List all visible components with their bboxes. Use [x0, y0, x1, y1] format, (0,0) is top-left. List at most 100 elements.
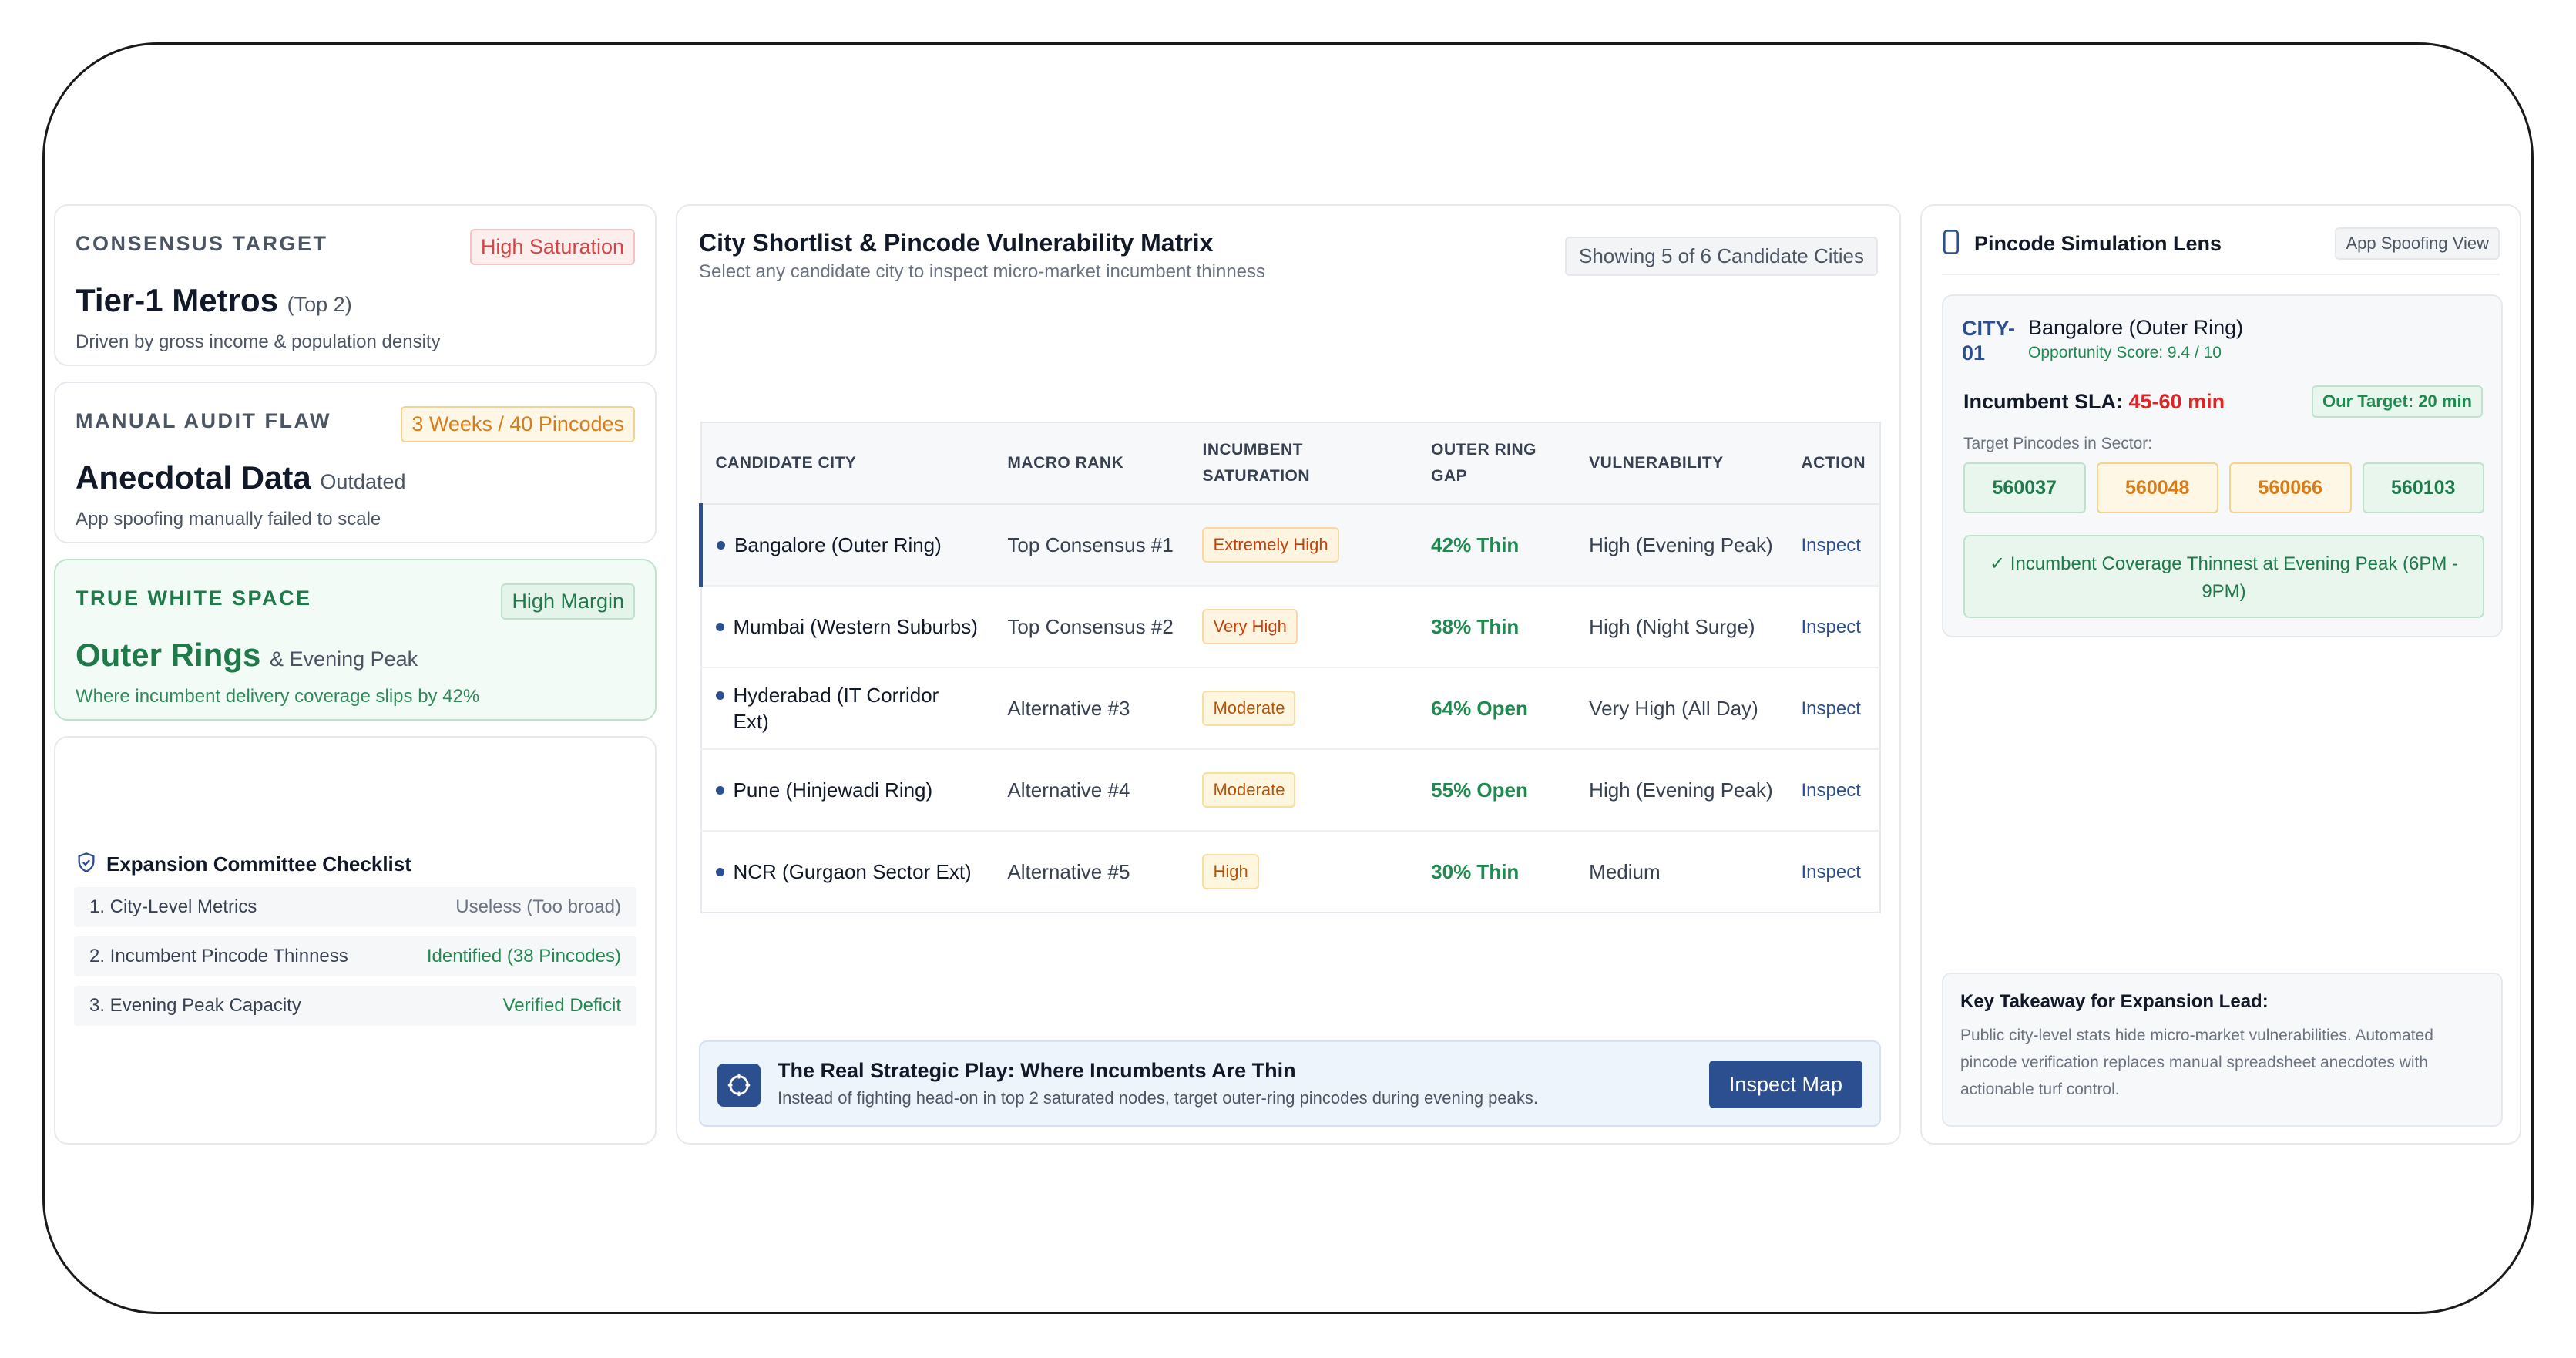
pincode-chip[interactable]: 560037	[1963, 462, 2086, 513]
key-takeaway-box: Key Takeaway for Expansion Lead: Public …	[1942, 973, 2503, 1127]
table-row[interactable]: NCR (Gurgaon Sector Ext) Alternative #5 …	[701, 831, 1881, 913]
pincode-chip[interactable]: 560048	[2096, 462, 2218, 513]
incumbent-sla: Incumbent SLA: 45-60 min	[1963, 390, 2225, 413]
pincode-label: Target Pincodes in Sector:	[1963, 435, 2153, 452]
vulnerability: High (Evening Peak)	[1575, 749, 1788, 832]
banner-title: The Real Strategic Play: Where Incumbent…	[778, 1059, 1296, 1082]
column-header-vulnerability: VULNERABILITY	[1575, 422, 1788, 505]
row-dot	[715, 786, 724, 795]
macro-rank: Alternative #3	[993, 667, 1189, 750]
checklist-row-value: Identified (38 Pincodes)	[426, 946, 621, 966]
takeaway-body: Public city-level stats hide micro-marke…	[1960, 1027, 2433, 1098]
checklist-row: 1. City-Level Metrics Useless (Too broad…	[74, 887, 636, 927]
checklist-row-label: 1. City-Level Metrics	[89, 896, 257, 917]
saturation-badge: Moderate	[1202, 772, 1296, 808]
city-name: Bangalore (Outer Ring)	[734, 533, 942, 556]
vulnerability: Medium	[1589, 860, 1661, 883]
checklist-row: 2. Incumbent Pincode Thinness Identified…	[74, 936, 636, 976]
column-header-action: ACTION	[1787, 422, 1880, 505]
saturation-badge: High	[1202, 854, 1259, 889]
panel-subtitle: Select any candidate city to inspect mic…	[699, 261, 1266, 282]
city-name: NCR (Gurgaon Sector Ext)	[733, 860, 972, 883]
panel-title: City Shortlist & Pincode Vulnerability M…	[699, 229, 1214, 257]
city-id: CITY-01	[1962, 317, 2016, 365]
inspect-link[interactable]: Inspect	[1802, 780, 1861, 801]
outer-ring-gap: 64% Open	[1417, 667, 1576, 750]
city-name: Bangalore (Outer Ring)	[2028, 316, 2244, 339]
status-badge: High Saturation	[469, 229, 635, 265]
card-label: CONSENSUS TARGET	[76, 232, 328, 255]
expansion-checklist-card: Expansion Committee Checklist 1. City-Le…	[54, 736, 657, 1145]
card-label: TRUE WHITE SPACE	[76, 587, 312, 610]
macro-rank: Top Consensus #2	[993, 586, 1189, 668]
outer-ring-gap: 30% Thin	[1431, 860, 1520, 883]
checklist-row-value: Verified Deficit	[502, 995, 621, 1016]
inspect-link[interactable]: Inspect	[1802, 862, 1861, 882]
inspect-link[interactable]: Inspect	[1802, 617, 1861, 637]
card-description: Driven by gross income & population dens…	[76, 331, 441, 352]
city-name: Pune (Hinjewadi Ring)	[733, 778, 933, 802]
outer-ring-gap: 42% Thin	[1417, 504, 1576, 587]
card-title: Tier-1 Metros (Top 2)	[76, 282, 352, 318]
table-header-row: CANDIDATE CITY MACRO RANK INCUMBENT SATU…	[700, 422, 1880, 505]
divider	[1942, 274, 2500, 275]
macro-rank: Alternative #5	[1007, 860, 1130, 883]
saturation-badge: Very High	[1202, 609, 1298, 644]
card-description: App spoofing manually failed to scale	[76, 509, 381, 529]
consensus-target-card[interactable]: CONSENSUS TARGET High Saturation Tier-1 …	[54, 204, 657, 366]
opportunity-score: Opportunity Score: 9.4 / 10	[2028, 344, 2222, 361]
table-row[interactable]: Bangalore (Outer Ring) Top Consensus #1 …	[699, 504, 1880, 587]
checklist-row: 3. Evening Peak Capacity Verified Defici…	[74, 986, 636, 1026]
table-row[interactable]: Mumbai (Western Suburbs) Top Consensus #…	[700, 586, 1880, 668]
table-row[interactable]: Hyderabad (IT Corridor Ext) Alternative …	[700, 667, 1880, 750]
vulnerability: High (Evening Peak)	[1575, 504, 1788, 587]
pincode-chip[interactable]: 560066	[2229, 462, 2352, 513]
column-header-rank: MACRO RANK	[993, 422, 1189, 505]
city-simulation-card: CITY-01 Bangalore (Outer Ring) Opportuni…	[1942, 294, 2503, 637]
pincode-chip[interactable]: 560103	[2362, 462, 2484, 513]
macro-rank: Alternative #4	[993, 749, 1189, 832]
macro-rank: Top Consensus #1	[993, 504, 1189, 587]
inspect-map-button[interactable]: Inspect Map	[1708, 1061, 1862, 1108]
row-dot	[715, 623, 724, 631]
card-title: Outer Rings & Evening Peak	[76, 637, 418, 673]
saturation-badge: Moderate	[1202, 691, 1296, 726]
crosshair-icon	[717, 1064, 761, 1107]
column-header-saturation: INCUMBENT SATURATION	[1188, 422, 1418, 505]
manual-audit-card[interactable]: MANUAL AUDIT FLAW 3 Weeks / 40 Pincodes …	[54, 382, 657, 543]
row-dot	[715, 691, 724, 700]
checklist-title: Expansion Committee Checklist	[106, 852, 411, 876]
view-mode-badge[interactable]: App Spoofing View	[2335, 227, 2500, 260]
pincode-list: 560037 560048 560066 560103	[1963, 462, 2484, 513]
strategic-play-banner: The Real Strategic Play: Where Incumbent…	[699, 1040, 1881, 1127]
checklist-row-label: 2. Incumbent Pincode Thinness	[89, 946, 348, 966]
coverage-note: ✓ Incumbent Coverage Thinnest at Evening…	[1963, 535, 2484, 618]
white-space-card[interactable]: TRUE WHITE SPACE High Margin Outer Rings…	[54, 559, 657, 721]
vulnerability-matrix-panel: City Shortlist & Pincode Vulnerability M…	[676, 204, 1901, 1145]
vulnerability: Very High (All Day)	[1575, 667, 1788, 750]
inspect-link[interactable]: Inspect	[1802, 535, 1861, 556]
checklist-row-value: Useless (Too broad)	[455, 896, 621, 917]
shield-check-icon	[76, 852, 97, 877]
table-row[interactable]: Pune (Hinjewadi Ring) Alternative #4 Mod…	[700, 749, 1880, 832]
status-badge: High Margin	[501, 583, 635, 620]
vulnerability: High (Night Surge)	[1575, 586, 1788, 668]
inspect-link[interactable]: Inspect	[1802, 698, 1861, 719]
pincode-simulation-panel: Pincode Simulation Lens App Spoofing Vie…	[1920, 204, 2521, 1145]
row-dot	[715, 868, 724, 876]
phone-icon	[1942, 229, 1960, 258]
status-badge: 3 Weeks / 40 Pincodes	[401, 406, 635, 442]
column-header-gap: OUTER RING GAP	[1417, 422, 1576, 505]
card-label: MANUAL AUDIT FLAW	[76, 409, 331, 432]
vulnerability-table: CANDIDATE CITY MACRO RANK INCUMBENT SATU…	[699, 422, 1881, 913]
banner-description: Instead of fighting head-on in top 2 sat…	[778, 1088, 1539, 1108]
card-title: Anecdotal Data Outdated	[76, 459, 406, 496]
card-description: Where incumbent delivery coverage slips …	[76, 686, 480, 707]
city-name: Mumbai (Western Suburbs)	[733, 615, 978, 638]
takeaway-title: Key Takeaway for Expansion Lead:	[1960, 991, 2269, 1012]
row-dot	[717, 541, 725, 550]
panel-title: Pincode Simulation Lens	[1974, 231, 2222, 255]
checklist-row-label: 3. Evening Peak Capacity	[89, 995, 301, 1016]
outer-ring-gap: 38% Thin	[1417, 586, 1576, 668]
city-name: Hyderabad (IT Corridor Ext)	[733, 684, 939, 733]
